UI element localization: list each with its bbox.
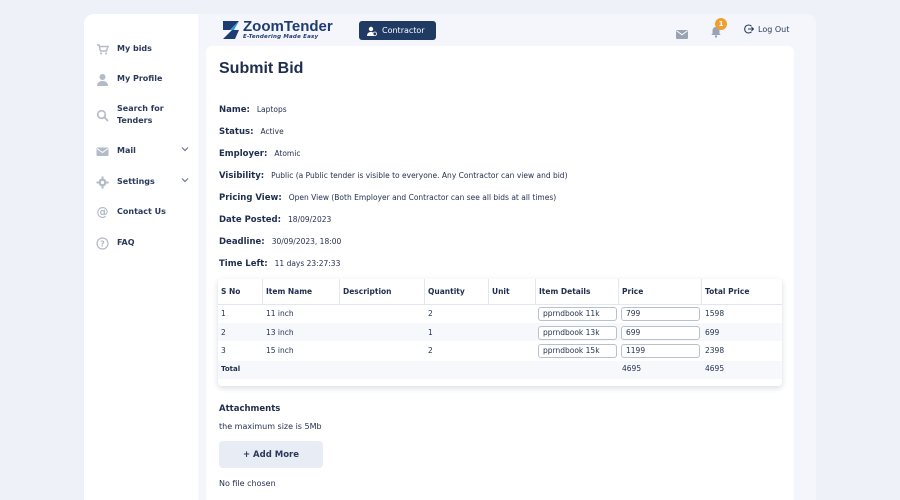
column-divider: [618, 279, 619, 304]
column-header[interactable]: Price: [622, 287, 643, 296]
item-details-input[interactable]: pprndbook 11k: [538, 307, 617, 321]
add-more-button[interactable]: + Add More: [219, 441, 323, 468]
column-header[interactable]: Total Price: [705, 287, 749, 296]
attachments-title: Attachments: [219, 404, 281, 414]
price-input[interactable]: 799: [621, 307, 700, 321]
price-input[interactable]: 1199: [621, 344, 700, 358]
column-divider: [535, 279, 536, 304]
cell-sno: 2: [221, 328, 226, 337]
cart-icon: [96, 43, 109, 56]
column-header[interactable]: Quantity: [428, 287, 465, 296]
column-divider: [262, 279, 263, 304]
bid-items-table: S No Item Name Description Quantity Unit…: [218, 279, 782, 386]
sidebar-item-label: Search for Tenders: [117, 104, 164, 125]
user-icon: [96, 73, 109, 86]
file-chosen-status: No file chosen: [219, 479, 276, 488]
sidebar-item-label: Mail: [117, 146, 136, 155]
field-date-posted: Date Posted: 18/09/2023: [219, 215, 332, 225]
cell-total-price: 2398: [705, 346, 725, 355]
field-time-left: Time Left: 11 days 23:27:33: [219, 259, 341, 269]
cell-item-name: 11 inch: [266, 309, 294, 318]
sidebar-item-label: Contact Us: [117, 207, 166, 216]
sidebar-item-label: My bids: [117, 44, 152, 53]
sidebar: My bids My Profile Search for Tenders Ma…: [84, 14, 198, 500]
role-label: Contractor: [382, 26, 425, 35]
column-header[interactable]: Unit: [492, 287, 510, 296]
column-divider: [488, 279, 489, 304]
column-header[interactable]: Item Details: [539, 287, 590, 296]
at-icon: @: [96, 205, 109, 219]
item-details-input[interactable]: pprndbook 15k: [538, 344, 617, 358]
brand-tagline: E-Tendering Made Easy: [243, 34, 319, 40]
cell-item-name: 13 inch: [266, 328, 294, 337]
grand-total-value: 4695: [705, 364, 725, 373]
chevron-down-icon[interactable]: [181, 176, 189, 188]
logout-button[interactable]: Log Out: [744, 24, 789, 34]
notification-badge: 1: [715, 18, 727, 30]
item-details-input[interactable]: pprndbook 13k: [538, 326, 617, 340]
price-total-value: 4695: [622, 364, 642, 373]
top-bar: ZoomTender E-Tendering Made Easy Contrac…: [198, 14, 816, 46]
cell-sno: 1: [221, 309, 226, 318]
submit-bid-card: Submit Bid Name: Laptops Status: Active …: [206, 46, 794, 500]
mail-icon: [96, 145, 109, 158]
price-input[interactable]: 699: [621, 326, 700, 340]
role-switch-button[interactable]: Contractor: [359, 21, 436, 40]
sidebar-item-label: FAQ: [117, 238, 135, 247]
cell-quantity: 2: [428, 309, 433, 318]
search-icon: [96, 109, 109, 122]
logout-icon: [744, 24, 755, 34]
chevron-down-icon[interactable]: [181, 145, 189, 157]
cell-total-price: 699: [705, 328, 720, 337]
cell-quantity: 1: [428, 328, 433, 337]
field-status: Status: Active: [219, 127, 284, 137]
contractor-icon: [367, 26, 377, 36]
brand-name: ZoomTender: [243, 18, 333, 35]
logo-mark-icon: [222, 20, 240, 40]
attachments-size-note: the maximum size is 5Mb: [219, 422, 322, 431]
cell-item-name: 15 inch: [266, 346, 294, 355]
column-divider: [339, 279, 340, 304]
field-name: Name: Laptops: [219, 105, 287, 115]
field-pricing-view: Pricing View: Open View (Both Employer a…: [219, 193, 557, 203]
sidebar-item-label: Settings: [117, 177, 155, 186]
field-visibility: Visibility: Public (a Public tender is v…: [219, 171, 568, 181]
gear-icon: [96, 176, 109, 189]
column-header[interactable]: Description: [343, 287, 392, 296]
column-divider: [424, 279, 425, 304]
logout-label: Log Out: [758, 24, 790, 34]
help-icon: ?: [96, 237, 109, 250]
cell-total-price: 1598: [705, 309, 725, 318]
mail-icon[interactable]: [676, 24, 688, 39]
brand-logo[interactable]: ZoomTender E-Tendering Made Easy: [222, 18, 333, 42]
svg-text:?: ?: [100, 239, 105, 248]
total-label: Total: [221, 365, 241, 373]
column-divider: [701, 279, 702, 304]
app-window: My bids My Profile Search for Tenders Ma…: [84, 14, 816, 500]
field-employer: Employer: Atomic: [219, 149, 301, 159]
page-title: Submit Bid: [219, 60, 304, 77]
cell-sno: 3: [221, 346, 226, 355]
column-header[interactable]: Item Name: [266, 287, 312, 296]
total-row: [218, 361, 782, 379]
cell-quantity: 2: [428, 346, 433, 355]
column-header[interactable]: S No: [221, 287, 240, 296]
sidebar-item-label: My Profile: [117, 74, 163, 83]
field-deadline: Deadline: 30/09/2023, 18:00: [219, 237, 342, 247]
